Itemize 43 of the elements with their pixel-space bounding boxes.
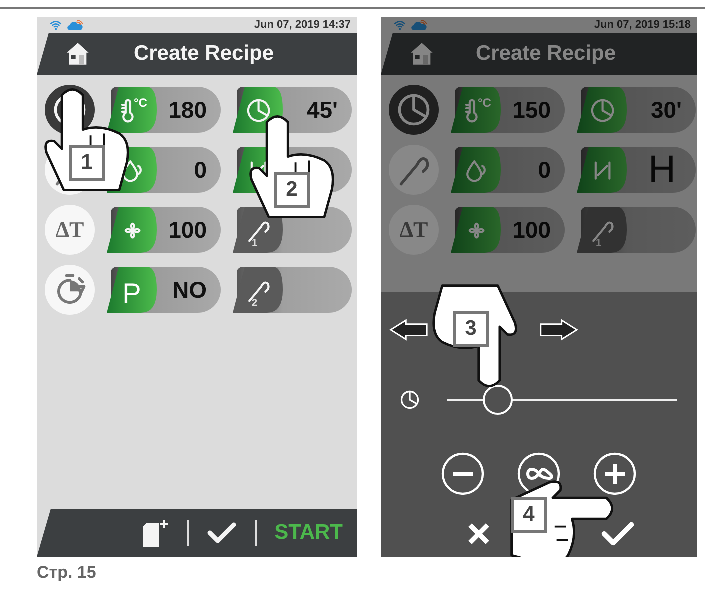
start-button[interactable]: START xyxy=(274,521,343,545)
probe-icon: 1 xyxy=(233,207,283,253)
plus-button[interactable] xyxy=(593,452,637,496)
minus-button[interactable] xyxy=(441,452,485,496)
cancel-button[interactable] xyxy=(466,521,492,547)
cloud-icon xyxy=(67,18,84,32)
page-number: Стр. 15 xyxy=(36,563,98,583)
mode-button[interactable] xyxy=(389,85,439,135)
left-arrow-icon xyxy=(389,319,429,341)
water-drop-icon xyxy=(451,147,501,193)
mode-button[interactable] xyxy=(45,265,95,315)
wifi-icon xyxy=(49,18,63,32)
minus-icon xyxy=(441,452,485,496)
close-icon xyxy=(466,521,492,547)
delta-t-button[interactable]: ΔT xyxy=(45,205,95,255)
plus-icon xyxy=(593,452,637,496)
mode-button[interactable] xyxy=(389,145,439,195)
screen-title: Create Recipe xyxy=(132,42,276,66)
step-number: 2 xyxy=(274,172,310,208)
thermometer-icon: °C xyxy=(451,87,501,133)
delta-t-button[interactable]: ΔT xyxy=(389,205,439,255)
screen-title: Create Recipe xyxy=(474,42,618,66)
fan-speed-icon xyxy=(577,147,627,193)
confirm-button[interactable] xyxy=(601,520,635,548)
cloud-icon xyxy=(411,18,428,32)
date-time: Jun 07, 2019 14:37 xyxy=(254,19,351,31)
date-time: Jun 07, 2019 15:18 xyxy=(594,19,691,31)
value-tile[interactable]: °C 180 xyxy=(111,87,221,133)
step-number: 1 xyxy=(69,145,105,181)
probe-icon: 2 xyxy=(233,267,283,313)
right-arrow-icon xyxy=(539,319,579,341)
fan-icon xyxy=(107,207,157,253)
fan-icon xyxy=(451,207,501,253)
clock-icon xyxy=(399,389,421,411)
step-number: 3 xyxy=(453,311,489,347)
clock-icon xyxy=(577,87,627,133)
wifi-icon xyxy=(393,18,407,32)
check-icon xyxy=(601,520,635,548)
step-number: 4 xyxy=(511,497,547,533)
letter-badge: P xyxy=(107,267,157,313)
probe-icon: 1 xyxy=(577,207,627,253)
slider-thumb[interactable] xyxy=(482,385,513,415)
thermometer-icon: °C xyxy=(107,87,157,133)
